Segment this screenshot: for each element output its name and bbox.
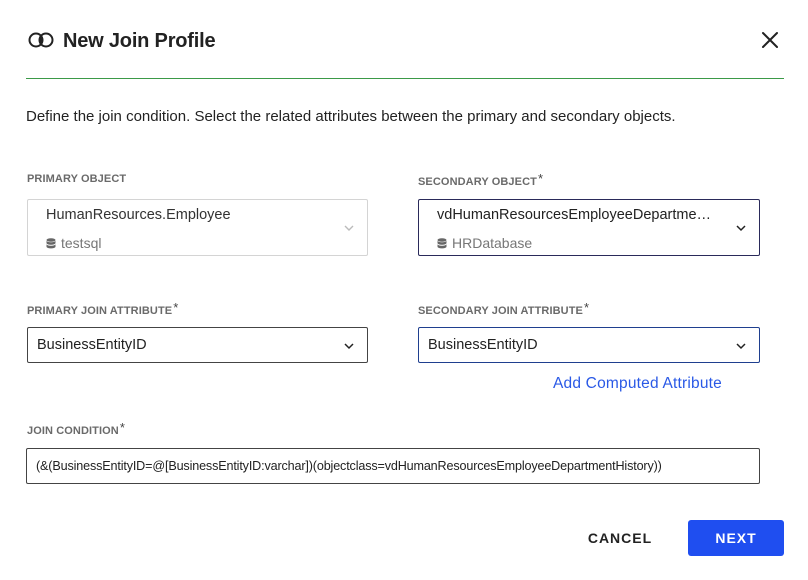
required-mark: * [537,171,544,186]
primary-object-source-text: testsql [61,235,102,251]
join-circles-icon [28,32,54,48]
chevron-down-icon[interactable] [343,342,355,350]
secondary-object-source-text: HRDatabase [452,235,533,251]
dialog-title: New Join Profile [63,30,216,52]
join-condition-input[interactable]: (&(BusinessEntityID=@[BusinessEntityID:v… [26,448,760,484]
primary-join-attribute-select[interactable]: BusinessEntityID [27,327,368,363]
database-icon [437,238,447,249]
dialog-description: Define the join condition. Select the re… [26,108,676,125]
primary-object-label-text: PRIMARY OBJECT [27,173,127,185]
primary-object-label: PRIMARY OBJECT [27,173,126,185]
required-mark: * [119,420,126,435]
primary-object-name: HumanResources.Employee [46,207,231,223]
secondary-join-attribute-value: BusinessEntityID [428,337,538,353]
secondary-join-attribute-label-text: SECONDARY JOIN ATTRIBUTE [418,305,583,317]
database-icon [46,238,56,249]
add-computed-attribute-link[interactable]: Add Computed Attribute [553,375,722,393]
header-divider [26,78,784,79]
chevron-down-icon[interactable] [735,342,747,350]
secondary-object-select[interactable]: vdHumanResourcesEmployeeDepartmentHistor… [418,199,760,256]
secondary-object-label-text: SECONDARY OBJECT [418,176,537,188]
required-mark: * [583,300,590,315]
primary-object-select: HumanResources.Employee testsql [27,199,368,256]
primary-join-attribute-label: PRIMARY JOIN ATTRIBUTE* [27,300,179,317]
dialog-header: New Join Profile [26,26,784,58]
join-condition-value: (&(BusinessEntityID=@[BusinessEntityID:v… [36,459,662,473]
secondary-object-label: SECONDARY OBJECT* [418,171,544,188]
join-condition-label-text: JOIN CONDITION [27,425,119,437]
primary-object-source: testsql [46,235,101,251]
chevron-down-icon[interactable] [735,224,747,232]
secondary-join-attribute-select[interactable]: BusinessEntityID [418,327,760,363]
close-icon[interactable] [760,30,780,50]
join-condition-label: JOIN CONDITION* [27,420,126,437]
next-button[interactable]: NEXT [688,520,784,556]
required-mark: * [173,300,179,315]
cancel-button[interactable]: CANCEL [574,520,666,556]
chevron-down-icon [344,225,354,231]
secondary-object-source: HRDatabase [437,235,532,251]
secondary-object-name: vdHumanResourcesEmployeeDepartmentHistor… [437,207,715,223]
new-join-profile-dialog: New Join Profile Define the join conditi… [0,0,808,580]
primary-join-attribute-label-text: PRIMARY JOIN ATTRIBUTE [27,305,173,317]
primary-join-attribute-value: BusinessEntityID [37,337,147,353]
secondary-join-attribute-label: SECONDARY JOIN ATTRIBUTE* [418,300,590,317]
